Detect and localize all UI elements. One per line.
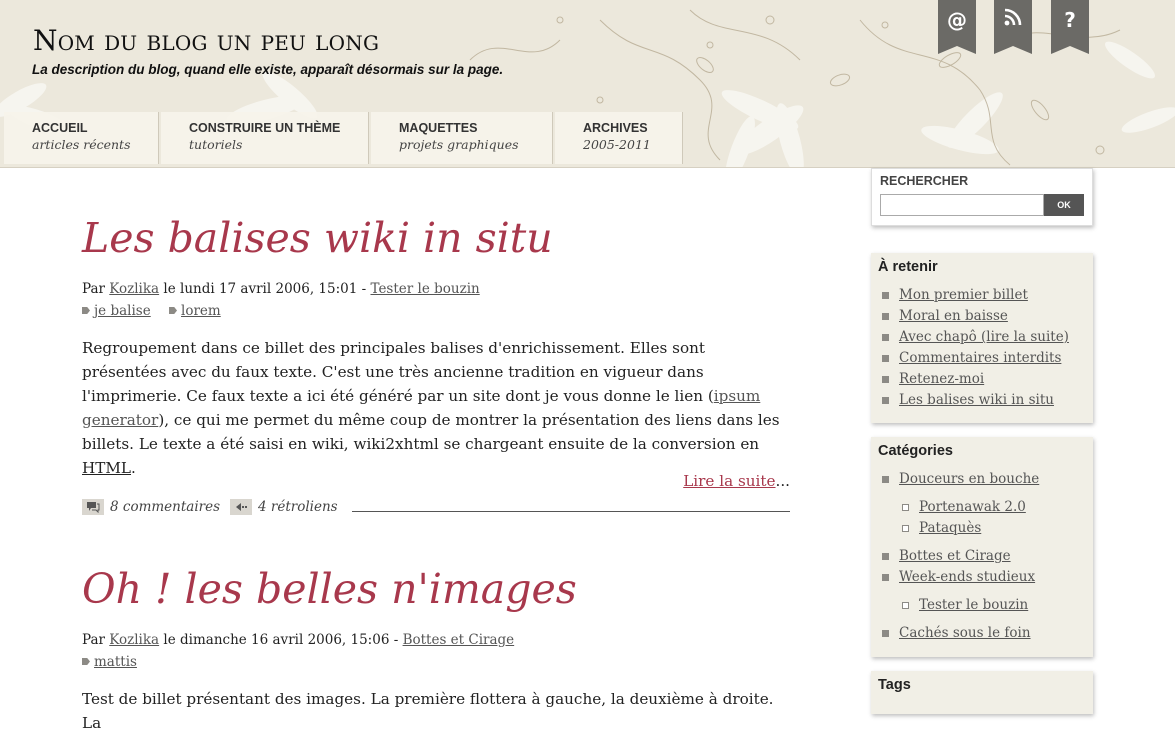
main-navigation: ACCUEIL articles récents CONSTRUIRE UN T… xyxy=(4,112,685,164)
nav-item-subtitle: tutoriels xyxy=(189,137,243,152)
category-link[interactable]: Bottes et Cirage xyxy=(403,632,515,648)
comments-icon xyxy=(82,499,104,515)
author-link[interactable]: Kozlika xyxy=(109,632,159,648)
category-link[interactable]: Cachés sous le foin xyxy=(899,623,1031,644)
list-item: Retenez-moi xyxy=(878,369,1086,390)
search-button[interactable]: OK xyxy=(1044,194,1084,216)
tag-item: je balise xyxy=(82,303,151,319)
tag-icon xyxy=(82,658,90,665)
nav-item-archives[interactable]: ARCHIVES 2005-2011 xyxy=(555,112,683,164)
post-tags: mattis xyxy=(82,653,151,670)
post-meta: Par Kozlika le lundi 17 avril 2006, 15:0… xyxy=(82,281,480,297)
retenir-widget: À retenir Mon premier billet Moral en ba… xyxy=(871,253,1093,423)
list-item: Avec chapô (lire la suite) xyxy=(878,327,1086,348)
tag-link[interactable]: lorem xyxy=(181,303,221,319)
blog-title[interactable]: Nom du blog un peu long xyxy=(33,24,379,57)
category-link[interactable]: Bottes et Cirage xyxy=(899,546,1011,567)
tag-icon xyxy=(169,307,178,314)
post-body: Test de billet présentant des images. La… xyxy=(82,690,774,732)
post-meta: Par Kozlika le dimanche 16 avril 2006, 1… xyxy=(82,632,515,648)
post-tags: je balise lorem xyxy=(82,302,235,319)
list-item: Cachés sous le foin xyxy=(878,623,1086,644)
nav-item-subtitle: projets graphiques xyxy=(399,137,519,152)
tag-link[interactable]: mattis xyxy=(94,654,137,670)
retenir-title: À retenir xyxy=(878,259,938,275)
list-item: Week-ends studieux xyxy=(878,567,1086,588)
list-item: Tester le bouzin xyxy=(878,595,1086,616)
post-title[interactable]: Les balises wiki in situ xyxy=(82,214,553,262)
tag-icon xyxy=(82,307,90,314)
list-item: Pataquès xyxy=(878,518,1086,539)
category-link[interactable]: Week-ends studieux xyxy=(899,567,1035,588)
selected-post-link[interactable]: Moral en baisse xyxy=(899,306,1008,327)
selected-post-link[interactable]: Commentaires interdits xyxy=(899,348,1061,369)
rss-icon[interactable] xyxy=(994,0,1032,54)
blog-description: La description du blog, quand elle exist… xyxy=(32,62,504,77)
selected-post-link[interactable]: Avec chapô (lire la suite) xyxy=(899,327,1069,348)
category-link[interactable]: Douceurs en bouche xyxy=(899,469,1039,490)
search-input[interactable] xyxy=(880,194,1044,216)
list-item: Les balises wiki in situ xyxy=(878,390,1086,411)
post-footer: 8 commentaires 4 rétroliens xyxy=(82,498,790,518)
selected-post-link[interactable]: Retenez-moi xyxy=(899,369,984,390)
list-item: Mon premier billet xyxy=(878,285,1086,306)
footer-divider xyxy=(352,511,790,512)
nav-item-construire[interactable]: CONSTRUIRE UN THÈME tutoriels xyxy=(161,112,369,164)
categories-widget: Catégories Douceurs en bouche Portenawak… xyxy=(871,437,1093,657)
list-item: Commentaires interdits xyxy=(878,348,1086,369)
html-abbr: HTML xyxy=(82,459,132,477)
nav-item-accueil[interactable]: ACCUEIL articles récents xyxy=(4,112,159,164)
trackback-icon xyxy=(230,499,252,515)
post-body: Regroupement dans ce billet des principa… xyxy=(82,339,780,477)
email-icon[interactable]: @ xyxy=(938,0,976,54)
list-item: Douceurs en bouche xyxy=(878,469,1086,490)
rss-glyph xyxy=(1004,8,1022,26)
list-item: Portenawak 2.0 xyxy=(878,497,1086,518)
tags-widget: Tags xyxy=(871,671,1093,714)
help-icon[interactable]: ? xyxy=(1051,0,1089,54)
tags-title: Tags xyxy=(878,677,911,693)
nav-item-title: CONSTRUIRE UN THÈME xyxy=(189,121,341,135)
nav-item-title: MAQUETTES xyxy=(399,121,478,135)
tag-item: mattis xyxy=(82,654,137,670)
nav-item-maquettes[interactable]: MAQUETTES projets graphiques xyxy=(371,112,553,164)
tag-link[interactable]: je balise xyxy=(94,303,151,319)
read-more: Lire la suite... xyxy=(683,472,790,490)
read-more-link[interactable]: Lire la suite xyxy=(683,472,775,490)
site-header: Nom du blog un peu long La description d… xyxy=(0,0,1175,168)
trackbacks-count[interactable]: 4 rétroliens xyxy=(230,499,338,515)
category-link[interactable]: Portenawak 2.0 xyxy=(919,497,1026,518)
selected-post-link[interactable]: Mon premier billet xyxy=(899,285,1028,306)
category-link[interactable]: Tester le bouzin xyxy=(370,281,479,297)
nav-item-subtitle: 2005-2011 xyxy=(583,137,651,152)
tag-item: lorem xyxy=(169,303,221,319)
search-title: RECHERCHER xyxy=(880,174,969,188)
search-widget: RECHERCHER OK xyxy=(871,168,1093,226)
category-link[interactable]: Tester le bouzin xyxy=(919,595,1028,616)
list-item: Bottes et Cirage xyxy=(878,546,1086,567)
selected-post-link[interactable]: Les balises wiki in situ xyxy=(899,390,1054,411)
comments-count[interactable]: 8 commentaires xyxy=(82,499,220,515)
category-link[interactable]: Pataquès xyxy=(919,518,981,539)
nav-item-subtitle: articles récents xyxy=(32,137,131,152)
post-title[interactable]: Oh ! les belles n'images xyxy=(82,565,577,613)
nav-item-title: ARCHIVES xyxy=(583,121,648,135)
author-link[interactable]: Kozlika xyxy=(109,281,159,297)
list-item: Moral en baisse xyxy=(878,306,1086,327)
nav-item-title: ACCUEIL xyxy=(32,121,88,135)
categories-title: Catégories xyxy=(878,443,953,459)
